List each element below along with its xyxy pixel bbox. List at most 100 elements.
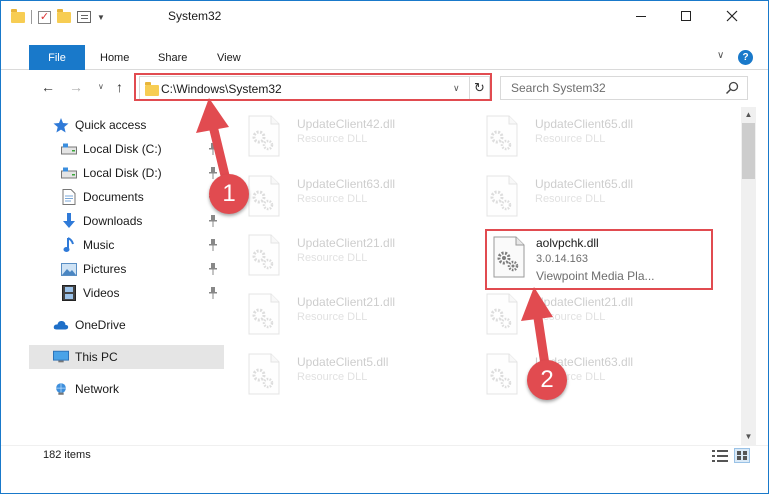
- window-title: System32: [168, 9, 222, 23]
- vertical-scrollbar[interactable]: ▲ ▼: [741, 107, 756, 445]
- file-type: Resource DLL: [535, 133, 606, 145]
- quick-access-toolbar: ✓ ▼: [11, 8, 105, 26]
- drive-icon: [61, 166, 77, 180]
- forward-arrow-icon[interactable]: →: [69, 79, 83, 95]
- search-icon[interactable]: [725, 81, 739, 95]
- sidebar-item-quick-access[interactable]: Quick access: [29, 113, 224, 137]
- item-count: 182 items: [43, 449, 91, 461]
- sidebar-item-network[interactable]: Network: [29, 377, 224, 401]
- search-box[interactable]: [500, 76, 748, 100]
- close-icon: [726, 10, 737, 22]
- file-type: Resource DLL: [297, 311, 368, 323]
- pin-icon[interactable]: [209, 287, 217, 299]
- file-item[interactable]: UpdateClient5.dll Resource DLL: [241, 345, 471, 397]
- sidebar-item-label: Music: [83, 238, 115, 252]
- file-item[interactable]: UpdateClient21.dll Resource DLL: [241, 226, 471, 278]
- sidebar-item-this-pc[interactable]: This PC: [29, 345, 224, 369]
- file-type: Resource DLL: [297, 193, 368, 205]
- ribbon-tabs: File Home Share View ∨ ?: [1, 45, 768, 70]
- tab-file[interactable]: File: [29, 45, 85, 70]
- documents-icon: [61, 189, 77, 205]
- sidebar-item-label: Local Disk (D:): [83, 166, 162, 180]
- file-item[interactable]: UpdateClient21.dll Resource DLL: [241, 285, 471, 337]
- sidebar-item-local-disk-c[interactable]: Local Disk (C:): [29, 137, 224, 161]
- expand-ribbon-chevron-icon[interactable]: ∨: [717, 50, 724, 61]
- file-item[interactable]: UpdateClient63.dll Resource DLL: [241, 167, 471, 219]
- sidebar-item-videos[interactable]: Videos: [29, 281, 224, 305]
- sidebar-item-onedrive[interactable]: OneDrive: [29, 313, 224, 337]
- dll-gear-file-icon: [485, 293, 519, 335]
- sidebar-item-label: Network: [75, 382, 120, 396]
- file-item[interactable]: UpdateClient63.dll Resource DLL: [479, 345, 709, 397]
- scroll-down-arrow-icon[interactable]: ▼: [741, 429, 756, 443]
- file-type: Resource DLL: [297, 371, 368, 383]
- pin-icon[interactable]: [209, 215, 217, 227]
- help-icon[interactable]: ?: [738, 50, 753, 65]
- file-item[interactable]: UpdateClient65.dll Resource DLL: [479, 107, 709, 159]
- download-arrow-icon: [61, 213, 77, 228]
- sidebar-item-label: Downloads: [83, 214, 143, 228]
- recent-locations-chevron-icon[interactable]: ∨: [98, 82, 104, 91]
- dll-gear-file-icon: [247, 353, 281, 395]
- drive-icon: [61, 142, 77, 156]
- dll-gear-file-icon: [485, 353, 519, 395]
- dll-gear-file-icon: [247, 115, 281, 157]
- sidebar-item-documents[interactable]: Documents: [29, 185, 224, 209]
- sidebar-item-label: This PC: [75, 350, 118, 364]
- file-name: UpdateClient21.dll: [297, 236, 396, 250]
- file-type: Resource DLL: [535, 193, 606, 205]
- sidebar-item-downloads[interactable]: Downloads: [29, 209, 224, 233]
- close-button[interactable]: [709, 1, 754, 31]
- back-arrow-icon[interactable]: ←: [41, 79, 55, 95]
- dll-gear-file-icon: [247, 234, 281, 276]
- file-item[interactable]: UpdateClient21.dll Resource DLL: [479, 285, 709, 337]
- dll-gear-file-icon: [485, 175, 519, 217]
- file-name: UpdateClient21.dll: [297, 295, 396, 309]
- sidebar-item-label: OneDrive: [75, 318, 126, 332]
- sidebar-item-local-disk-d[interactable]: Local Disk (D:): [29, 161, 224, 185]
- search-input[interactable]: [501, 77, 721, 99]
- dll-gear-file-icon: [485, 115, 519, 157]
- sidebar-item-label: Pictures: [83, 262, 127, 276]
- pin-icon[interactable]: [209, 263, 217, 275]
- sidebar-item-music[interactable]: Music: [29, 233, 224, 257]
- file-name: UpdateClient65.dll: [535, 117, 634, 131]
- folder-icon: [11, 8, 25, 23]
- file-name: UpdateClient21.dll: [535, 295, 634, 309]
- customize-toolbar-chevron-icon[interactable]: ▼: [97, 13, 105, 22]
- sidebar-item-label: Quick access: [75, 118, 147, 132]
- music-note-icon: [61, 237, 77, 252]
- pin-icon[interactable]: [209, 143, 217, 155]
- file-type: Resource DLL: [297, 133, 368, 145]
- scroll-up-arrow-icon[interactable]: ▲: [741, 107, 756, 121]
- minimize-icon: [635, 15, 646, 17]
- properties-icon[interactable]: [77, 11, 91, 23]
- dll-gear-file-icon: [247, 175, 281, 217]
- network-icon: [53, 382, 69, 396]
- step-badge-2: 2: [527, 360, 567, 400]
- file-type: Resource DLL: [297, 252, 368, 264]
- pictures-icon: [61, 262, 77, 276]
- tab-view[interactable]: View: [217, 45, 241, 70]
- title-bar: ✓ ▼ System32: [1, 1, 768, 31]
- sidebar-item-pictures[interactable]: Pictures: [29, 257, 224, 281]
- new-folder-icon[interactable]: [57, 8, 71, 23]
- file-item[interactable]: UpdateClient42.dll Resource DLL: [241, 107, 471, 159]
- up-arrow-icon[interactable]: ↑: [116, 79, 123, 95]
- file-name: UpdateClient65.dll: [535, 177, 634, 191]
- scroll-thumb[interactable]: [742, 123, 755, 179]
- file-highlight: [485, 229, 713, 290]
- file-name: UpdateClient63.dll: [297, 177, 396, 191]
- sidebar-item-label: Videos: [83, 286, 120, 300]
- large-icons-view-icon[interactable]: [734, 448, 750, 463]
- star-icon: [53, 117, 69, 132]
- minimize-button[interactable]: [618, 1, 663, 31]
- details-view-icon[interactable]: [712, 450, 728, 462]
- tab-home[interactable]: Home: [100, 45, 129, 70]
- checkbox-properties-icon[interactable]: ✓: [38, 10, 51, 24]
- tab-share[interactable]: Share: [158, 45, 187, 70]
- maximize-button[interactable]: [663, 1, 708, 31]
- file-item[interactable]: UpdateClient65.dll Resource DLL: [479, 167, 709, 219]
- pin-icon[interactable]: [209, 239, 217, 251]
- film-icon: [61, 285, 77, 301]
